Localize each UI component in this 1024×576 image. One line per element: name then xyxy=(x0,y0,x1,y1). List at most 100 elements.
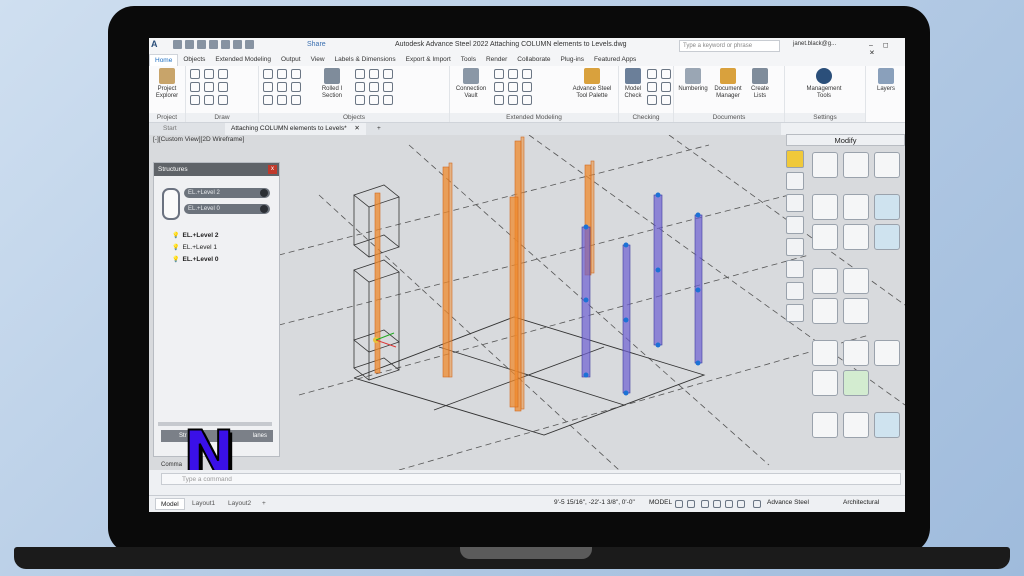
zoom-icon[interactable] xyxy=(661,95,671,105)
tab-tools[interactable]: Tools xyxy=(456,54,481,66)
planes-tab[interactable]: lanes xyxy=(253,430,267,442)
search-input[interactable]: Type a keyword or phrase xyxy=(679,40,780,52)
clear-icon[interactable] xyxy=(647,95,657,105)
numbering-button[interactable]: Numbering xyxy=(676,68,710,93)
beam-icon[interactable] xyxy=(263,69,273,79)
folded-plate-icon[interactable] xyxy=(369,69,379,79)
lineweight-icon[interactable] xyxy=(737,500,745,508)
undo-icon[interactable] xyxy=(233,40,242,49)
3d-array-icon[interactable] xyxy=(874,224,900,250)
tab-extended-modeling[interactable]: Extended Modeling xyxy=(210,54,276,66)
explode-icon[interactable] xyxy=(874,340,900,366)
workspace-gear-icon[interactable] xyxy=(753,500,761,508)
move-tool-icon[interactable] xyxy=(812,152,838,178)
bolt-icon[interactable] xyxy=(277,82,287,92)
object-snap-icon[interactable] xyxy=(725,500,733,508)
joint-icon[interactable] xyxy=(494,69,504,79)
clip-icon[interactable] xyxy=(522,82,532,92)
bracing-icon[interactable] xyxy=(383,82,393,92)
fillet-icon[interactable] xyxy=(812,298,838,324)
level-pill-bottom[interactable]: EL.+Level 0 xyxy=(184,204,270,214)
document-manager-button[interactable]: Document Manager xyxy=(712,68,744,100)
stiffener-icon[interactable] xyxy=(494,82,504,92)
add-layout-button[interactable]: + xyxy=(257,498,271,510)
shear-stud-icon[interactable] xyxy=(369,95,379,105)
grid-display-icon[interactable] xyxy=(675,500,683,508)
snap-mode-icon[interactable] xyxy=(687,500,695,508)
layers-button[interactable]: Layers xyxy=(872,68,900,93)
copy-icon[interactable] xyxy=(786,194,804,212)
connection-vault-button[interactable]: Connection Vault xyxy=(452,68,490,100)
stretch-tool-icon[interactable] xyxy=(874,152,900,178)
mark-icon[interactable] xyxy=(661,82,671,92)
railing-icon[interactable] xyxy=(355,82,365,92)
tab-layout2[interactable]: Layout2 xyxy=(223,498,256,510)
extend-icon[interactable] xyxy=(843,268,869,294)
match-properties-icon[interactable] xyxy=(843,412,869,438)
tab-active-drawing[interactable]: Attaching COLUMN elements to Levels* ✕ xyxy=(225,123,366,135)
save-as-icon[interactable] xyxy=(209,40,218,49)
curved-beam-icon[interactable] xyxy=(355,69,365,79)
hole-icon[interactable] xyxy=(291,95,301,105)
tab-model[interactable]: Model xyxy=(155,498,185,510)
ortho-icon[interactable] xyxy=(701,500,709,508)
save-icon[interactable] xyxy=(197,40,206,49)
level-item[interactable]: 💡 EL.+Level 0 xyxy=(172,254,218,266)
mirror-icon[interactable] xyxy=(843,194,869,220)
anchor-icon[interactable] xyxy=(277,95,287,105)
lightbulb-icon[interactable]: 💡 xyxy=(172,257,179,263)
move-icon[interactable] xyxy=(786,172,804,190)
chamfer-icon[interactable] xyxy=(843,298,869,324)
column-icon[interactable] xyxy=(277,69,287,79)
grid-icon[interactable] xyxy=(263,95,273,105)
cage-icon[interactable] xyxy=(369,82,379,92)
polyline-icon[interactable] xyxy=(204,69,214,79)
curve-icon[interactable] xyxy=(204,82,214,92)
group-icon[interactable] xyxy=(843,370,869,396)
draw-order-icon[interactable] xyxy=(812,412,838,438)
hatch-icon[interactable] xyxy=(218,82,228,92)
gusset-icon[interactable] xyxy=(522,69,532,79)
pencil-icon[interactable] xyxy=(786,150,804,168)
level-pill-top[interactable]: EL.+Level 2 xyxy=(184,188,270,198)
model-space-toggle[interactable]: MODEL xyxy=(649,499,672,506)
new-icon[interactable] xyxy=(173,40,182,49)
ellipse-icon[interactable] xyxy=(218,95,228,105)
workspace-select[interactable]: Advance Steel xyxy=(767,499,809,506)
join-icon[interactable] xyxy=(843,340,869,366)
align-icon[interactable] xyxy=(843,224,869,250)
toggle-icon[interactable] xyxy=(260,205,268,213)
units-select[interactable]: Architectural xyxy=(843,499,879,506)
offset-icon[interactable] xyxy=(786,238,804,256)
erase-icon[interactable] xyxy=(812,370,838,396)
toggle-icon[interactable] xyxy=(260,189,268,197)
circle-icon[interactable] xyxy=(190,95,200,105)
tab-output[interactable]: Output xyxy=(276,54,306,66)
tab-collaborate[interactable]: Collaborate xyxy=(512,54,555,66)
rectangle-icon[interactable] xyxy=(204,95,214,105)
end-plate-icon[interactable] xyxy=(508,95,518,105)
audit-icon[interactable] xyxy=(661,69,671,79)
plate-icon[interactable] xyxy=(291,69,301,79)
viewport-label[interactable]: [-][Custom View][2D Wireframe] xyxy=(153,136,244,143)
tab-labels-dimensions[interactable]: Labels & Dimensions xyxy=(330,54,401,66)
print-icon[interactable] xyxy=(221,40,230,49)
lightbulb-icon[interactable]: 💡 xyxy=(172,245,179,251)
haunch-icon[interactable] xyxy=(494,95,504,105)
stair-icon[interactable] xyxy=(383,69,393,79)
create-lists-button[interactable]: Create Lists xyxy=(748,68,772,100)
new-tab-button[interactable]: + xyxy=(371,123,387,135)
purlin-icon[interactable] xyxy=(355,95,365,105)
tab-objects[interactable]: Objects xyxy=(178,54,210,66)
tab-layout1[interactable]: Layout1 xyxy=(187,498,220,510)
solid-edit-icon[interactable] xyxy=(874,412,900,438)
trim-icon[interactable] xyxy=(786,282,804,300)
rotate-copy-icon[interactable] xyxy=(843,152,869,178)
weld-icon[interactable] xyxy=(291,82,301,92)
tab-plug-ins[interactable]: Plug-ins xyxy=(556,54,589,66)
lightbulb-icon[interactable]: 💡 xyxy=(172,233,179,239)
close-icon[interactable]: x xyxy=(268,165,277,174)
tool-palette-button[interactable]: Advance Steel Tool Palette xyxy=(570,68,614,100)
management-tools-button[interactable]: Management Tools xyxy=(799,68,849,100)
edit-length-icon[interactable] xyxy=(812,340,838,366)
